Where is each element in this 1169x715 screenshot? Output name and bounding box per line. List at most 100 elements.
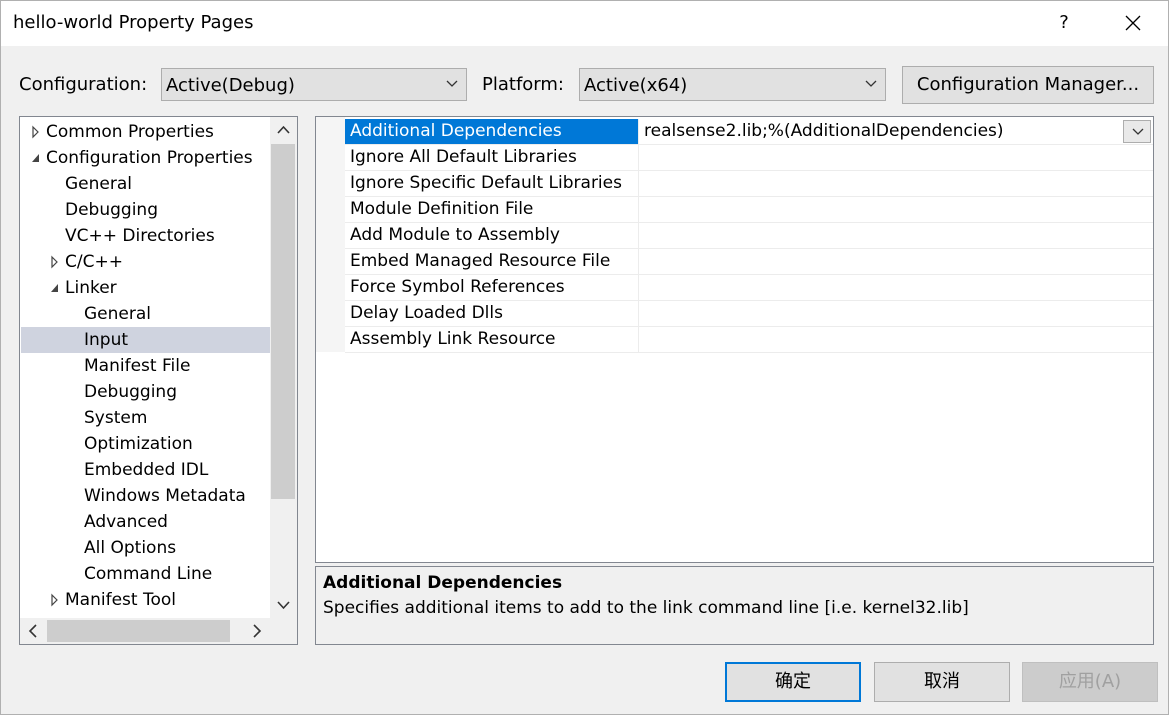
property-pages-dialog: hello-world Property Pages ? Configurati… (0, 0, 1169, 715)
configuration-value: Active(Debug) (166, 75, 295, 96)
property-row[interactable]: Module Definition File (345, 197, 1153, 223)
configuration-combo[interactable]: Active(Debug) (161, 68, 467, 101)
tree-item[interactable]: System (21, 405, 270, 431)
description-text: Specifies additional items to add to the… (323, 598, 969, 618)
title-bar: hello-world Property Pages ? (1, 1, 1168, 46)
scroll-thumb[interactable] (47, 620, 230, 642)
property-value[interactable] (640, 171, 1120, 196)
tree-item[interactable]: Configuration Properties (21, 145, 270, 171)
tree-item[interactable]: Common Properties (21, 119, 270, 145)
property-row[interactable]: Add Module to Assembly (345, 223, 1153, 249)
property-row[interactable]: Assembly Link Resource (345, 327, 1153, 353)
property-value[interactable] (640, 301, 1120, 326)
property-row[interactable]: Delay Loaded Dlls (345, 301, 1153, 327)
tree-item-label: General (65, 174, 132, 194)
chevron-up-icon (277, 125, 290, 134)
apply-button[interactable]: 应用(A) (1022, 662, 1158, 702)
scroll-up-button[interactable] (270, 117, 297, 143)
tree-item-label: Advanced (84, 512, 168, 532)
tree-item[interactable]: General (21, 171, 270, 197)
scrollbar-corner (270, 618, 297, 644)
help-button[interactable]: ? (1049, 8, 1079, 38)
tree-collapsed-icon[interactable] (49, 249, 61, 275)
property-name: Ignore All Default Libraries (345, 145, 639, 170)
tree-vertical-scrollbar[interactable] (270, 117, 297, 618)
scroll-left-button[interactable] (20, 618, 46, 644)
tree-item-label: Windows Metadata (84, 486, 246, 506)
property-row[interactable]: Ignore All Default Libraries (345, 145, 1153, 171)
property-value[interactable] (640, 197, 1120, 222)
property-dropdown-button[interactable] (1123, 120, 1151, 143)
tree-item[interactable]: Debugging (21, 197, 270, 223)
tree-item[interactable]: Optimization (21, 431, 270, 457)
platform-combo[interactable]: Active(x64) (579, 68, 886, 101)
tree-item-label: VC++ Directories (65, 226, 215, 246)
platform-label: Platform: (482, 74, 564, 95)
chevron-down-icon (446, 80, 458, 87)
property-row[interactable]: Ignore Specific Default Libraries (345, 171, 1153, 197)
platform-value: Active(x64) (584, 75, 688, 96)
property-name: Additional Dependencies (345, 119, 639, 144)
property-value[interactable] (640, 249, 1120, 274)
close-button[interactable] (1113, 8, 1153, 38)
property-row[interactable]: Embed Managed Resource File (345, 249, 1153, 275)
property-grid: Additional Dependencies realsense2.lib;%(… (315, 116, 1154, 563)
close-icon (1125, 15, 1141, 31)
property-name: Ignore Specific Default Libraries (345, 171, 639, 196)
property-name: Force Symbol References (345, 275, 639, 300)
property-value[interactable] (640, 275, 1120, 300)
property-name: Add Module to Assembly (345, 223, 639, 248)
tree-item-label: Debugging (84, 382, 177, 402)
tree-item[interactable]: Manifest Tool (21, 587, 270, 613)
chevron-down-icon (277, 601, 290, 610)
tree-item[interactable]: Input (21, 327, 270, 353)
ok-button[interactable]: 确定 (725, 662, 861, 702)
tree-item-label: Linker (65, 278, 117, 298)
tree-item-label: Optimization (84, 434, 193, 454)
scroll-down-button[interactable] (270, 592, 297, 618)
property-name: Embed Managed Resource File (345, 249, 639, 274)
property-row[interactable]: Force Symbol References (345, 275, 1153, 301)
property-value[interactable] (640, 223, 1120, 248)
chevron-down-icon (865, 80, 877, 87)
scroll-right-button[interactable] (244, 618, 270, 644)
property-name: Delay Loaded Dlls (345, 301, 639, 326)
tree-item-label: Embedded IDL (84, 460, 209, 480)
cancel-button[interactable]: 取消 (874, 662, 1010, 702)
tree-item[interactable]: Debugging (21, 379, 270, 405)
property-value[interactable] (640, 327, 1120, 352)
tree-item[interactable]: Windows Metadata (21, 483, 270, 509)
tree-item-label: Manifest File (84, 356, 191, 376)
tree-item[interactable]: Linker (21, 275, 270, 301)
tree-item-label: All Options (84, 538, 177, 558)
tree-item[interactable]: General (21, 301, 270, 327)
tree-item[interactable]: All Options (21, 535, 270, 561)
tree-item-label: System (84, 408, 148, 428)
property-row[interactable]: Additional Dependencies realsense2.lib;%(… (345, 119, 1153, 145)
tree-item[interactable]: VC++ Directories (21, 223, 270, 249)
tree-horizontal-scrollbar[interactable] (20, 618, 270, 644)
property-name: Module Definition File (345, 197, 639, 222)
tree-item-label: Command Line (84, 564, 213, 584)
property-value[interactable]: realsense2.lib;%(AdditionalDependencies) (640, 119, 1120, 144)
property-value[interactable] (640, 145, 1120, 170)
chevron-down-icon (1132, 128, 1144, 135)
tree-expanded-icon[interactable] (30, 145, 42, 171)
tree-item[interactable]: Manifest File (21, 353, 270, 379)
tree-item[interactable]: Embedded IDL (21, 457, 270, 483)
tree-item-label: General (84, 304, 151, 324)
scroll-thumb[interactable] (271, 144, 295, 499)
grid-gutter (316, 117, 345, 352)
tree-collapsed-icon[interactable] (30, 119, 42, 145)
tree-item[interactable]: Advanced (21, 509, 270, 535)
description-title: Additional Dependencies (323, 573, 563, 593)
configuration-label: Configuration: (19, 74, 148, 95)
tree-collapsed-icon[interactable] (49, 587, 61, 613)
configuration-manager-button[interactable]: Configuration Manager... (902, 66, 1154, 104)
tree-item[interactable]: Command Line (21, 561, 270, 587)
chevron-left-icon (28, 624, 37, 638)
tree-expanded-icon[interactable] (49, 275, 61, 301)
tree-item[interactable]: C/C++ (21, 249, 270, 275)
window-title: hello-world Property Pages (13, 12, 254, 33)
chevron-right-icon (253, 624, 262, 638)
